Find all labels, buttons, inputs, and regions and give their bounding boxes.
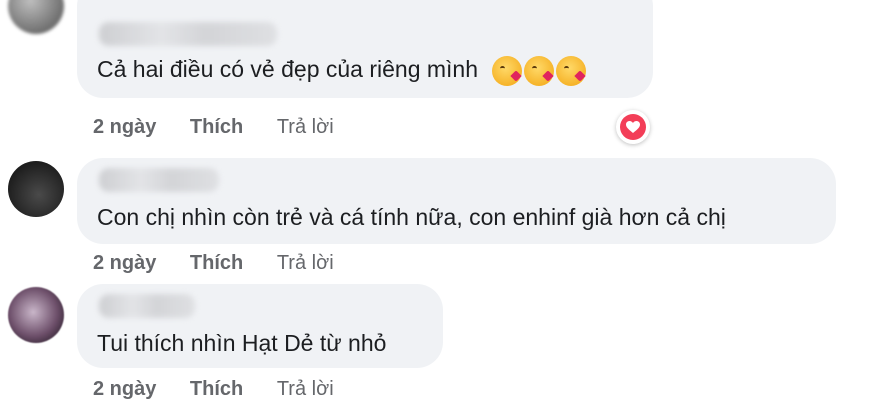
kissing-heart-emoji-icon (492, 56, 523, 86)
comment-timestamp[interactable]: 2 ngày (93, 378, 156, 400)
heart-icon (620, 114, 646, 140)
blurred-author-name[interactable] (99, 294, 195, 318)
kissing-heart-emoji-icon (524, 56, 555, 86)
comment-bubble: Cả hai điều có vẻ đẹp của riêng mình (77, 0, 653, 98)
love-reaction-badge[interactable] (616, 110, 650, 144)
comment-bubble: Con chị nhìn còn trẻ và cá tính nữa, con… (77, 158, 836, 244)
comment-actions: 2 ngày Thích Trả lời (93, 252, 362, 275)
blurred-author-name[interactable] (99, 22, 277, 46)
comment-timestamp[interactable]: 2 ngày (93, 116, 156, 138)
like-button[interactable]: Thích (190, 378, 243, 400)
like-button[interactable]: Thích (190, 252, 243, 274)
comment-text: Cả hai điều có vẻ đẹp của riêng mình (97, 56, 587, 86)
like-button[interactable]: Thích (190, 116, 243, 138)
comment-text: Tui thích nhìn Hạt Dẻ từ nhỏ (97, 330, 387, 356)
comment-thread: Cả hai điều có vẻ đẹp của riêng mình 2 n… (0, 0, 887, 409)
comment-text: Con chị nhìn còn trẻ và cá tính nữa, con… (97, 204, 726, 230)
blurred-author-name[interactable] (99, 168, 219, 192)
comment-actions: 2 ngày Thích Trả lời (93, 378, 362, 401)
comment-timestamp[interactable]: 2 ngày (93, 252, 156, 274)
avatar[interactable] (8, 0, 64, 34)
comment-bubble: Tui thích nhìn Hạt Dẻ từ nhỏ (77, 284, 443, 368)
reply-button[interactable]: Trả lời (277, 116, 334, 138)
kissing-heart-emoji-icon (556, 56, 587, 86)
avatar[interactable] (8, 287, 64, 343)
comment-actions: 2 ngày Thích Trả lời (93, 116, 362, 139)
reply-button[interactable]: Trả lời (277, 252, 334, 274)
reply-button[interactable]: Trả lời (277, 378, 334, 400)
emoji-group (492, 56, 587, 86)
comment-text-content: Cả hai điều có vẻ đẹp của riêng mình (97, 56, 479, 83)
avatar[interactable] (8, 161, 64, 217)
